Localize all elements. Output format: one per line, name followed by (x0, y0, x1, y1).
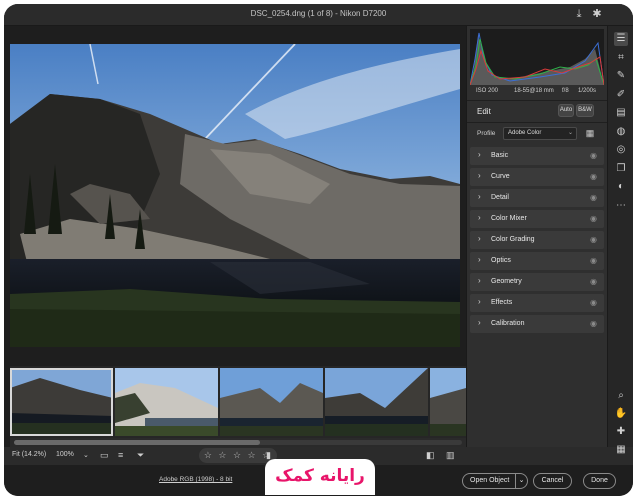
zoom-level-select[interactable]: 100% (56, 451, 74, 458)
thumbnail-3[interactable] (220, 368, 323, 436)
filmstrip-icon[interactable]: ▭ (100, 450, 109, 461)
iso-value: ISO 200 (476, 88, 499, 94)
gradient-icon[interactable]: ▤ (614, 106, 628, 120)
chevron-right-icon: › (478, 192, 481, 201)
shutter-value: 1/200s (578, 88, 597, 94)
aperture-value: f/8 (562, 88, 569, 94)
section-curve[interactable]: › Curve ◉ (470, 168, 604, 186)
done-button[interactable]: Done (583, 473, 616, 489)
section-label: Calibration (491, 320, 525, 327)
thumbnail-5[interactable] (430, 368, 466, 436)
cancel-button[interactable]: Cancel (533, 473, 572, 489)
red-eye-icon[interactable]: ◎ (614, 143, 628, 157)
eye-icon[interactable]: ◉ (590, 151, 599, 160)
profile-browser-icon[interactable]: ▦ (584, 127, 596, 139)
export-icon[interactable]: ⤓ (572, 7, 586, 21)
tool-strip: ☰ ⌗ ✎ ✐ ▤ ◍ ◎ ❐ ◐ ⋯ ⌕ ✋ ✚ ▦ (607, 26, 633, 455)
edit-panel: ISO 200 18-55@18 mm f/8 1/200s Edit Auto… (466, 26, 608, 447)
section-label: Color Mixer (491, 215, 527, 222)
chevron-right-icon: › (478, 297, 481, 306)
filter-icon[interactable]: ⏷ (137, 450, 144, 461)
open-object-button[interactable]: Open Object ⌄ (462, 473, 528, 489)
chevron-right-icon: › (478, 171, 481, 180)
brand-logo: رایانه کمک (265, 459, 375, 495)
section-color-mixer[interactable]: › Color Mixer ◉ (470, 210, 604, 228)
sampler-icon[interactable]: ✚ (614, 425, 628, 439)
chevron-right-icon: › (478, 318, 481, 327)
chevron-down-icon[interactable]: ⌄ (83, 451, 89, 459)
section-color-grading[interactable]: › Color Grading ◉ (470, 231, 604, 249)
open-object-label: Open Object (470, 477, 510, 484)
main-photo-preview[interactable] (10, 44, 460, 347)
profile-label: Profile (477, 130, 496, 137)
thumbnail-4[interactable] (325, 368, 428, 436)
eye-icon[interactable]: ◉ (590, 214, 599, 223)
section-label: Color Grading (491, 236, 535, 243)
compare-view-icon[interactable]: ▥ (446, 450, 455, 461)
chevron-down-icon: ⌄ (567, 130, 573, 136)
auto-button[interactable]: Auto (558, 104, 574, 117)
chevron-right-icon: › (478, 234, 481, 243)
filmstrip (10, 366, 466, 438)
eye-icon[interactable]: ◉ (590, 298, 599, 307)
before-after-icon[interactable]: ◧ (426, 450, 435, 461)
chevron-right-icon: › (478, 213, 481, 222)
presets-icon[interactable]: ◐ (614, 180, 628, 194)
healing-icon[interactable]: ✎ (614, 69, 628, 83)
profile-value: Adobe Color (508, 130, 542, 136)
section-label: Basic (491, 152, 509, 159)
section-label: Detail (491, 194, 509, 201)
thumbnail-2[interactable] (115, 368, 218, 436)
edit-heading: Edit (477, 107, 491, 116)
section-label: Optics (491, 257, 511, 264)
section-detail[interactable]: › Detail ◉ (470, 189, 604, 207)
sliders-icon[interactable]: ☰ (614, 32, 628, 46)
section-effects[interactable]: › Effects ◉ (470, 294, 604, 312)
histogram-graph (469, 32, 605, 86)
chevron-right-icon: › (478, 255, 481, 264)
brand-logo-text: رایانه کمک (275, 466, 365, 486)
hand-icon[interactable]: ✋ (614, 407, 628, 421)
gear-icon[interactable]: ✱ (590, 7, 604, 21)
sort-icon[interactable]: ≡ (118, 450, 123, 460)
eye-icon[interactable]: ◉ (590, 193, 599, 202)
title-bar: DSC_0254.dng (1 of 8) - Nikon D7200 ⤓ ✱ (4, 4, 633, 26)
eye-icon[interactable]: ◉ (590, 319, 599, 328)
lens-value: 18-55@18 mm (514, 88, 554, 94)
workflow-options-link[interactable]: Adobe RGB (1998) - 8 bit (159, 476, 232, 483)
eye-icon[interactable]: ◉ (590, 235, 599, 244)
chevron-down-icon[interactable]: ⌄ (515, 474, 527, 488)
section-calibration[interactable]: › Calibration ◉ (470, 315, 604, 333)
section-label: Effects (491, 299, 513, 306)
profile-select[interactable]: Adobe Color ⌄ (503, 127, 577, 140)
chevron-right-icon: › (478, 276, 481, 285)
thumbnail-1[interactable] (10, 368, 113, 436)
filmstrip-scrollbar[interactable] (10, 438, 466, 447)
landscape-image (10, 44, 460, 347)
camera-raw-window: DSC_0254.dng (1 of 8) - Nikon D7200 ⤓ ✱ (4, 4, 633, 496)
window-title: DSC_0254.dng (1 of 8) - Nikon D7200 (250, 9, 387, 18)
crop-icon[interactable]: ⌗ (614, 51, 628, 65)
divider (467, 122, 608, 123)
snapshots-icon[interactable]: ❐ (614, 162, 628, 176)
scrollbar-thumb[interactable] (14, 440, 260, 445)
section-geometry[interactable]: › Geometry ◉ (470, 273, 604, 291)
eye-icon[interactable]: ◉ (590, 172, 599, 181)
section-optics[interactable]: › Optics ◉ (470, 252, 604, 270)
section-basic[interactable]: › Basic ◉ (470, 147, 604, 165)
eye-icon[interactable]: ◉ (590, 277, 599, 286)
divider (467, 100, 608, 101)
section-label: Curve (491, 173, 510, 180)
brush-icon[interactable]: ✐ (614, 88, 628, 102)
histogram (469, 29, 605, 86)
black-white-button[interactable]: B&W (576, 104, 594, 117)
section-label: Geometry (491, 278, 522, 285)
chevron-right-icon: › (478, 150, 481, 159)
eye-icon[interactable]: ◉ (590, 256, 599, 265)
more-icon[interactable]: ⋯ (614, 199, 628, 213)
fit-zoom-button[interactable]: Fit (14.2%) (12, 451, 46, 458)
grid-icon[interactable]: ▦ (614, 443, 628, 457)
radial-icon[interactable]: ◍ (614, 125, 628, 139)
zoom-icon[interactable]: ⌕ (614, 389, 628, 403)
